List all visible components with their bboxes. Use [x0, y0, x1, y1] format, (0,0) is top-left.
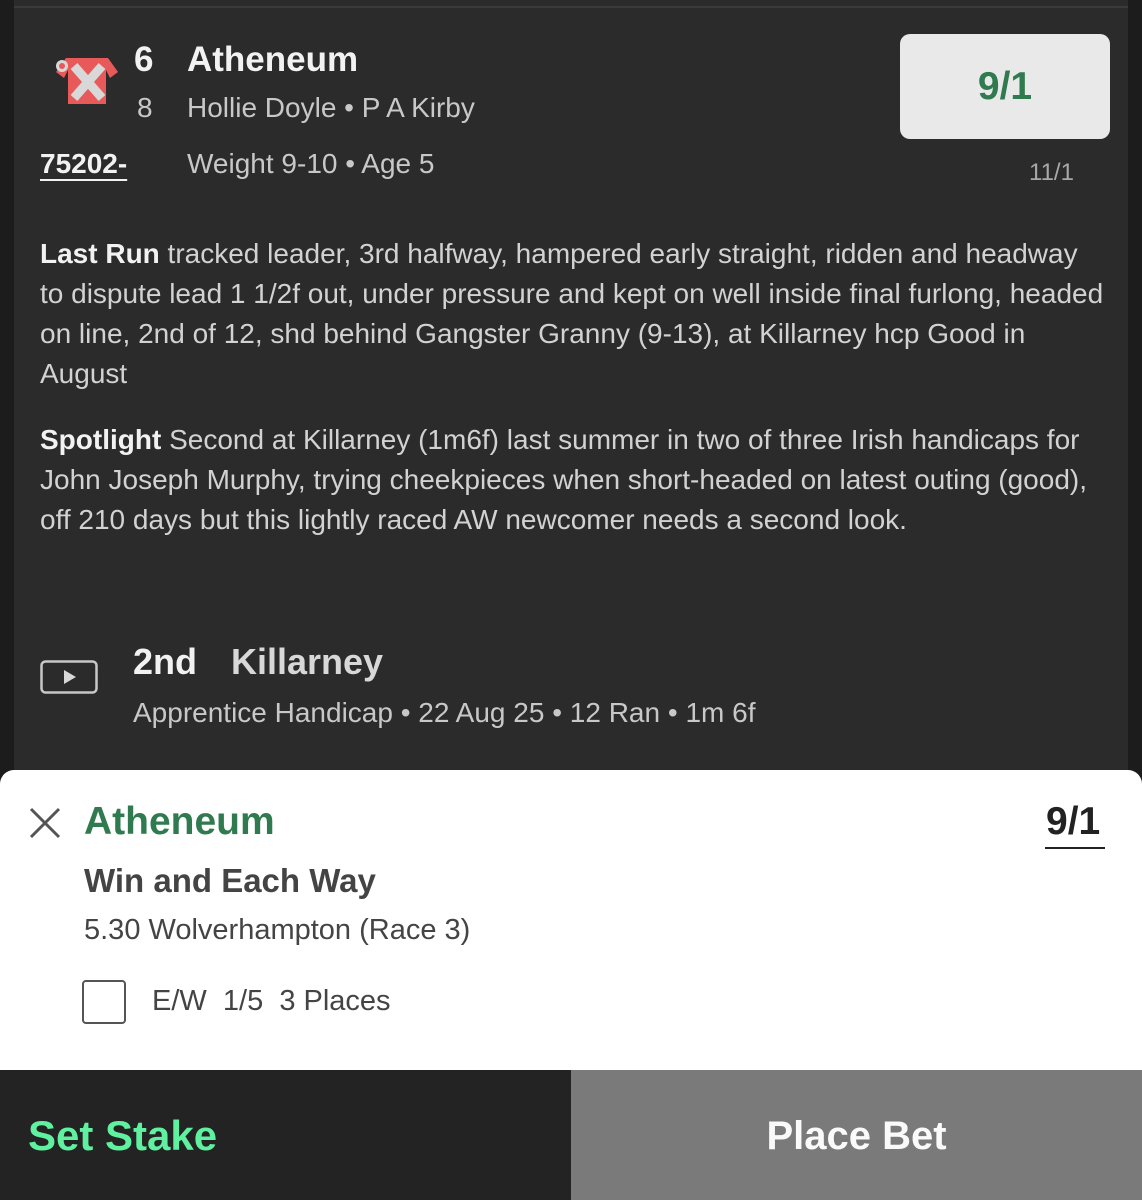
- slip-odds[interactable]: 9/1: [1046, 800, 1100, 844]
- jockey-silks-icon: [56, 58, 118, 104]
- video-play-icon[interactable]: [40, 660, 98, 694]
- draw-number: 8: [137, 92, 153, 123]
- previous-race-meta: Apprentice Handicap • 22 Aug 25 • 12 Ran…: [133, 697, 756, 728]
- close-icon[interactable]: [28, 806, 62, 840]
- jockey-trainer: Hollie Doyle • P A Kirby: [187, 92, 475, 123]
- previous-odds: 11/1: [1029, 159, 1074, 186]
- each-way-label: E/W 1/5 3 Places: [152, 985, 391, 1017]
- set-stake-button[interactable]: Set Stake: [28, 1112, 217, 1160]
- race-info: 5.30 Wolverhampton (Race 3): [84, 914, 471, 946]
- form-figures[interactable]: 75202-: [40, 148, 127, 180]
- runner-name[interactable]: Atheneum: [187, 40, 358, 80]
- odds-button[interactable]: 9/1: [900, 34, 1110, 139]
- spotlight-comment: Spotlight Second at Killarney (1m6f) las…: [40, 420, 1105, 540]
- spotlight-text: Second at Killarney (1m6f) last summer i…: [40, 424, 1088, 535]
- last-run-label: Last Run: [40, 238, 160, 269]
- runner-number: 6: [134, 40, 154, 79]
- each-way-checkbox[interactable]: [82, 980, 126, 1024]
- runner-card: 6 Atheneum 8 Hollie Doyle • P A Kirby 75…: [14, 0, 1128, 800]
- place-bet-button[interactable]: Place Bet: [571, 1114, 1142, 1159]
- last-run-comment: Last Run tracked leader, 3rd halfway, ha…: [40, 234, 1105, 394]
- slip-selection-name: Atheneum: [84, 800, 275, 843]
- last-run-text: tracked leader, 3rd halfway, hampered ea…: [40, 238, 1104, 389]
- slip-odds-underline: [1045, 847, 1105, 849]
- weight-age: Weight 9-10 • Age 5: [187, 148, 435, 179]
- bet-type: Win and Each Way: [84, 862, 376, 899]
- previous-course: Killarney: [231, 641, 384, 682]
- spotlight-label: Spotlight: [40, 424, 162, 455]
- divider: [14, 6, 1128, 8]
- previous-position: 2nd: [133, 641, 198, 682]
